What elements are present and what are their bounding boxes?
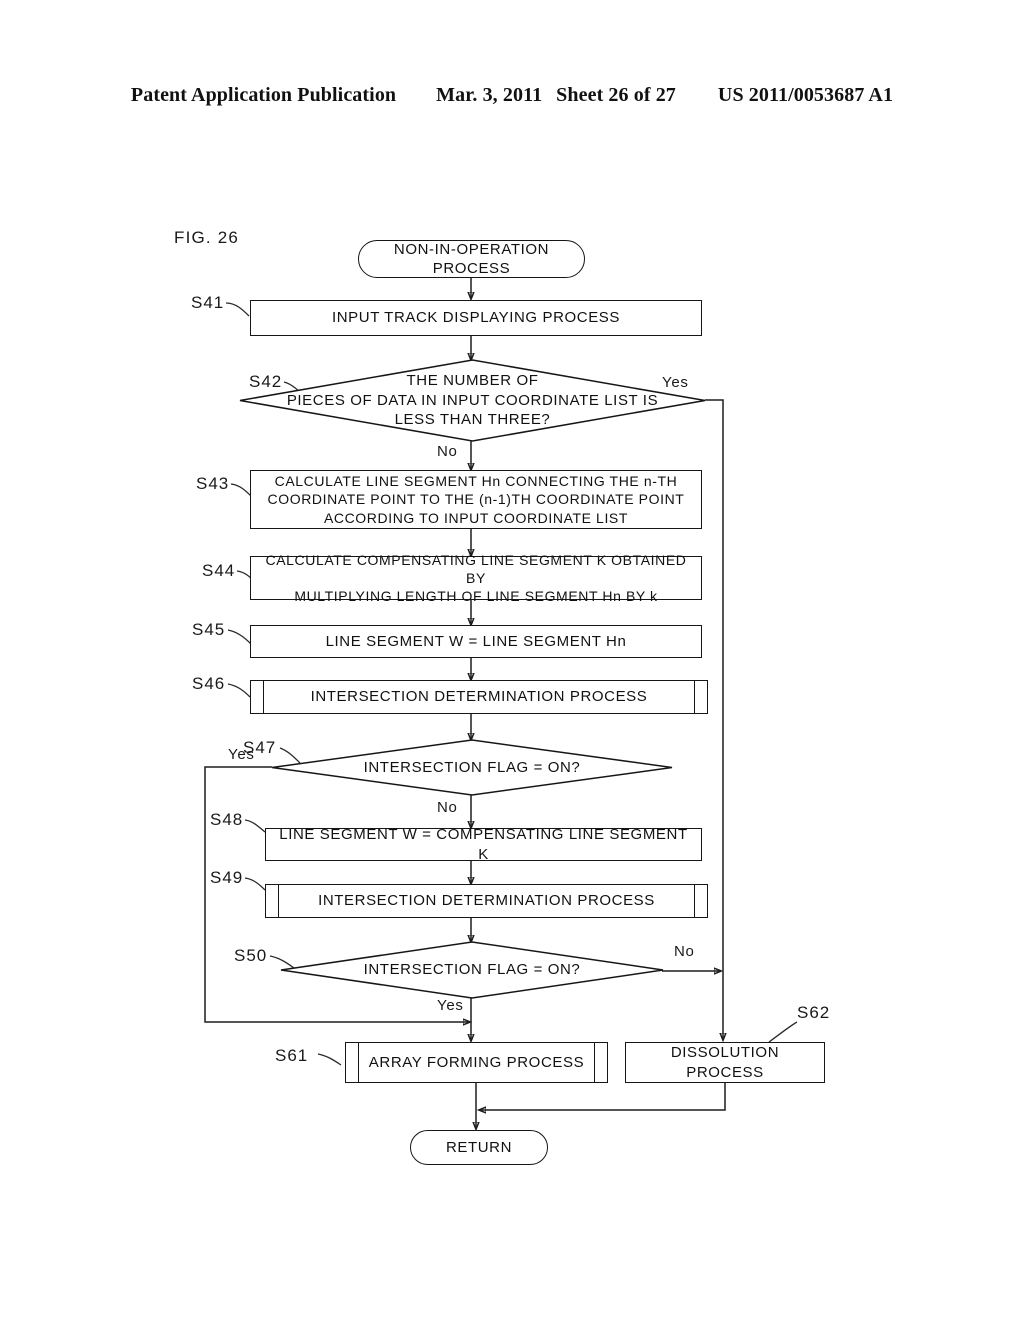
flow-node-s50: INTERSECTION FLAG = ON? (280, 941, 664, 999)
step-label-s48: S48 (210, 810, 244, 829)
flow-node-s41: INPUT TRACK DISPLAYING PROCESS (250, 300, 702, 336)
flow-node-s42: THE NUMBER OF PIECES OF DATA IN INPUT CO… (239, 359, 706, 442)
flow-node-s44-label: CALCULATE COMPENSATING LINE SEGMENT K OB… (265, 551, 687, 605)
flow-node-s62: DISSOLUTION PROCESS (625, 1042, 825, 1083)
flow-node-return: RETURN (410, 1130, 548, 1165)
edge-label-s42-yes: Yes (662, 374, 689, 391)
flow-node-return-label: RETURN (445, 1138, 513, 1156)
step-label-s61: S61 (275, 1046, 309, 1065)
publication-date: Mar. 3, 2011 (436, 84, 543, 106)
flow-node-s48-label: LINE SEGMENT W = COMPENSATING LINE SEGME… (279, 826, 688, 863)
flow-node-s61-label: ARRAY FORMING PROCESS (368, 1053, 585, 1071)
flow-node-s47-label: INTERSECTION FLAG = ON? (363, 758, 581, 776)
flow-node-s50-label: INTERSECTION FLAG = ON? (363, 961, 581, 979)
edge-label-s50-yes: Yes (437, 997, 464, 1014)
flow-node-s49: INTERSECTION DETERMINATION PROCESS (265, 884, 708, 918)
flow-node-s43-label: CALCULATE LINE SEGMENT Hn CONNECTING THE… (267, 473, 685, 526)
step-label-s49: S49 (210, 868, 244, 887)
edge-label-s42-no: No (437, 443, 458, 460)
step-label-s45: S45 (192, 620, 226, 639)
flow-node-s44: CALCULATE COMPENSATING LINE SEGMENT K OB… (250, 552, 702, 604)
sheet-number: Sheet 26 of 27 (556, 84, 676, 106)
edge-label-s47-no: No (437, 799, 458, 816)
flow-node-s42-label: THE NUMBER OF PIECES OF DATA IN INPUT CO… (286, 371, 659, 429)
flow-node-s61: ARRAY FORMING PROCESS (345, 1042, 608, 1083)
figure-label: FIG. 26 (174, 228, 240, 247)
patent-figure-page: Patent Application Publication Mar. 3, 2… (0, 0, 1024, 1320)
edge-label-s47-yes: Yes (228, 746, 255, 763)
publication-header: Patent Application Publication Mar. 3, 2… (0, 84, 1024, 107)
flow-node-s48: LINE SEGMENT W = COMPENSATING LINE SEGME… (265, 826, 702, 863)
flow-node-s46: INTERSECTION DETERMINATION PROCESS (250, 680, 708, 714)
flow-node-s41-label: INPUT TRACK DISPLAYING PROCESS (331, 309, 621, 327)
flowchart-connectors (204, 278, 798, 1320)
flow-node-s49-label: INTERSECTION DETERMINATION PROCESS (318, 892, 655, 910)
step-label-s41: S41 (191, 293, 225, 312)
flow-node-s47: INTERSECTION FLAG = ON? (271, 739, 673, 796)
flow-node-start-label: NON-IN-OPERATION PROCESS (393, 240, 550, 278)
step-label-s46: S46 (192, 674, 226, 693)
step-label-s44: S44 (202, 561, 236, 580)
flow-node-s62-label: DISSOLUTION PROCESS (670, 1044, 780, 1081)
flow-node-s46-label: INTERSECTION DETERMINATION PROCESS (310, 688, 648, 706)
flow-node-s43: CALCULATE LINE SEGMENT Hn CONNECTING THE… (250, 470, 702, 529)
edge-label-s50-no: No (674, 943, 695, 960)
step-label-s43: S43 (196, 474, 230, 493)
publication-title: Patent Application Publication (130, 84, 397, 106)
step-label-s62: S62 (797, 1003, 831, 1022)
step-label-s50: S50 (234, 946, 268, 965)
flow-node-start: NON-IN-OPERATION PROCESS (358, 240, 585, 278)
document-number: US 2011/0053687 A1 (717, 84, 894, 106)
flow-node-s45: LINE SEGMENT W = LINE SEGMENT Hn (250, 625, 702, 658)
flow-node-s45-label: LINE SEGMENT W = LINE SEGMENT Hn (325, 632, 627, 650)
